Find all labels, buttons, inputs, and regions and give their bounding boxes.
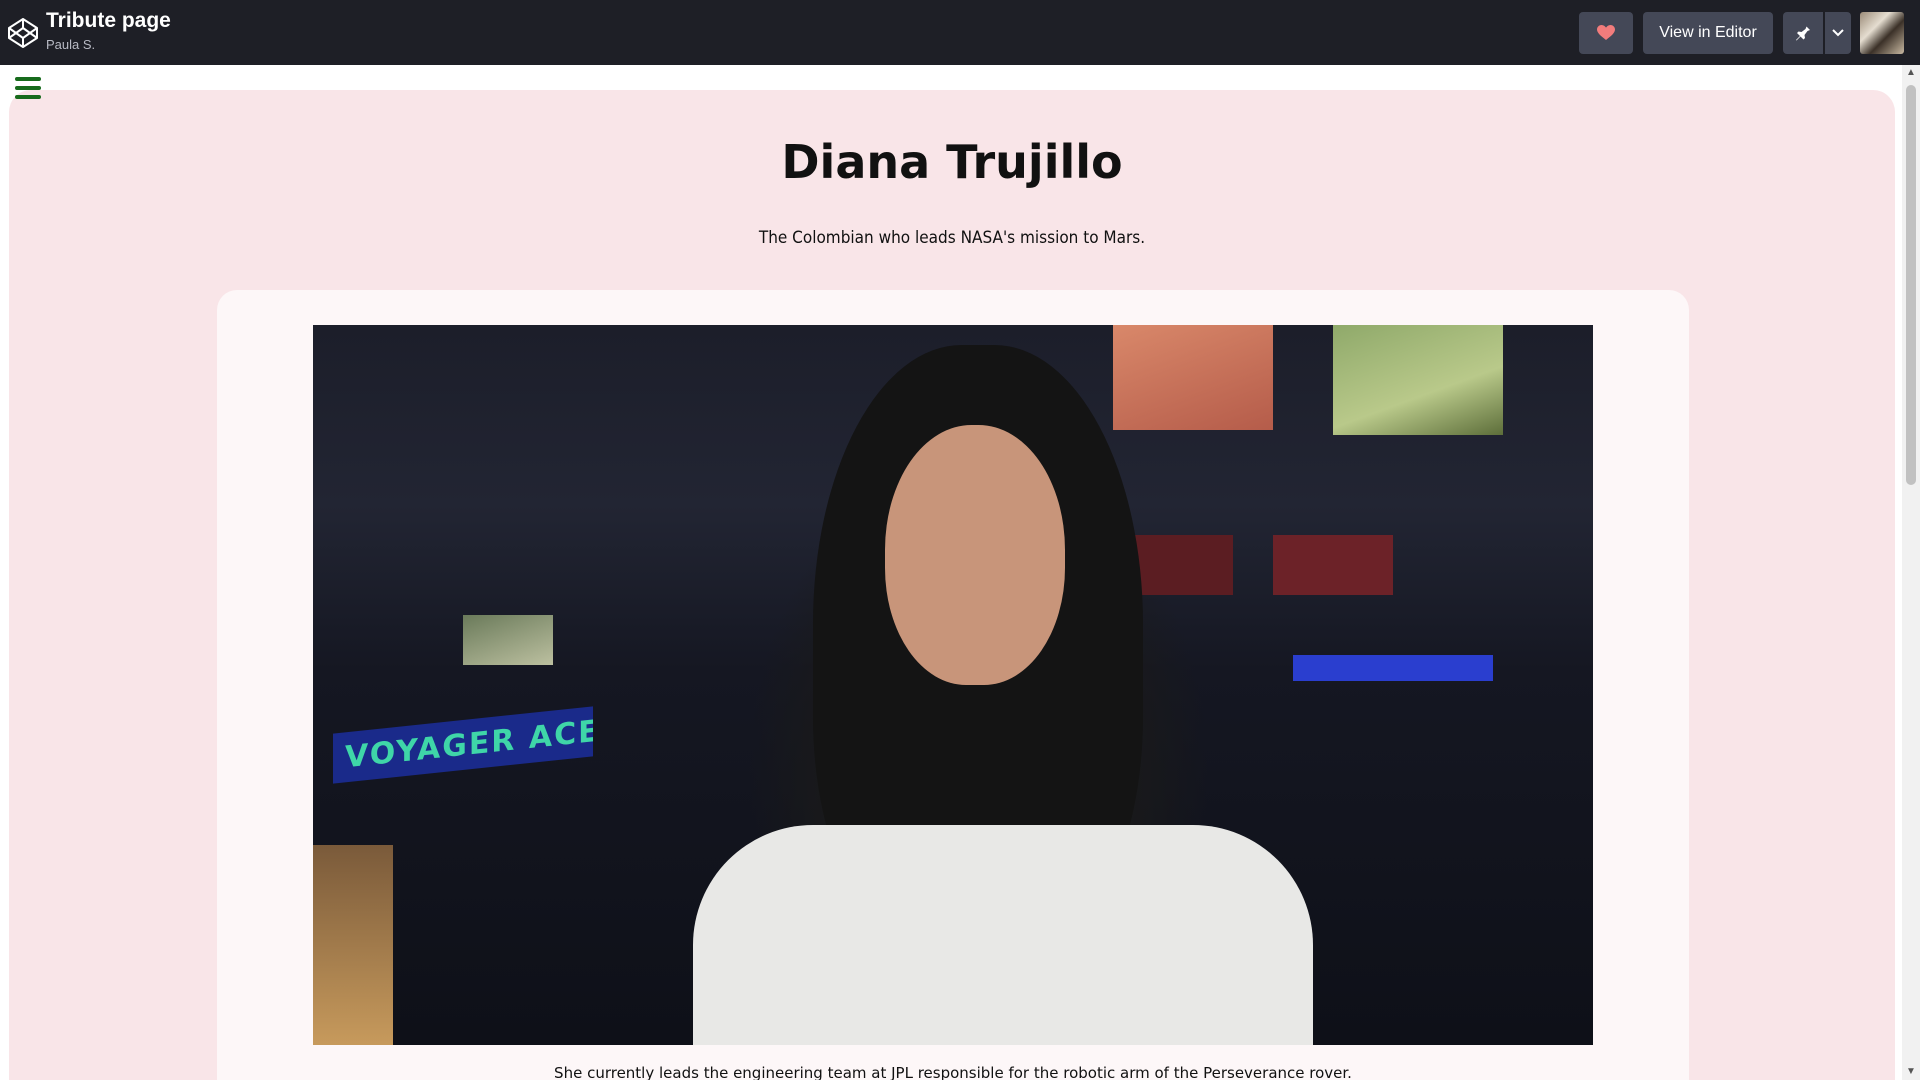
tribute-photo: VOYAGER ACE (313, 325, 1593, 1045)
laptop-left (313, 845, 393, 1045)
pin-icon (1796, 25, 1810, 41)
monitor-orange (1113, 325, 1273, 430)
pin-button[interactable] (1783, 12, 1823, 54)
image-caption: She currently leads the engineering team… (554, 1064, 1352, 1080)
pen-preview: Diana Trujillo The Colombian who leads N… (0, 65, 1920, 1080)
voyager-sign: VOYAGER ACE (333, 706, 593, 784)
heart-button[interactable] (1579, 12, 1633, 54)
scroll-thumb[interactable] (1906, 85, 1916, 485)
person-shirt (693, 825, 1313, 1045)
pen-title[interactable]: Tribute page (46, 9, 171, 33)
menu-icon[interactable] (15, 77, 41, 99)
page-scrollbar[interactable]: ▲ ▼ (1902, 65, 1920, 1080)
tribute-main: Diana Trujillo The Colombian who leads N… (9, 90, 1895, 1080)
monitor-green (1333, 325, 1503, 435)
codepen-logo-icon[interactable] (7, 17, 39, 49)
monitor-left (463, 615, 553, 665)
monitor-strip-red-2 (1273, 535, 1393, 595)
tribute-tagline: The Colombian who leads NASA's mission t… (758, 228, 1146, 248)
scroll-up-icon[interactable]: ▲ (1906, 68, 1916, 78)
tribute-heading: Diana Trujillo (781, 135, 1123, 189)
heart-icon (1597, 25, 1615, 40)
image-card: VOYAGER ACE She currently leads the engi… (217, 290, 1689, 1080)
view-in-editor-button[interactable]: View in Editor (1643, 12, 1773, 54)
scroll-down-icon[interactable]: ▼ (1906, 1067, 1916, 1077)
user-avatar[interactable] (1860, 12, 1904, 54)
chevron-down-icon (1832, 29, 1844, 37)
codepen-top-bar: Tribute page Paula S. View in Editor (0, 0, 1920, 65)
pin-options-dropdown[interactable] (1825, 12, 1851, 54)
person-face (885, 425, 1065, 685)
monitor-strip-blue (1293, 655, 1493, 681)
pen-author[interactable]: Paula S. (46, 37, 95, 52)
